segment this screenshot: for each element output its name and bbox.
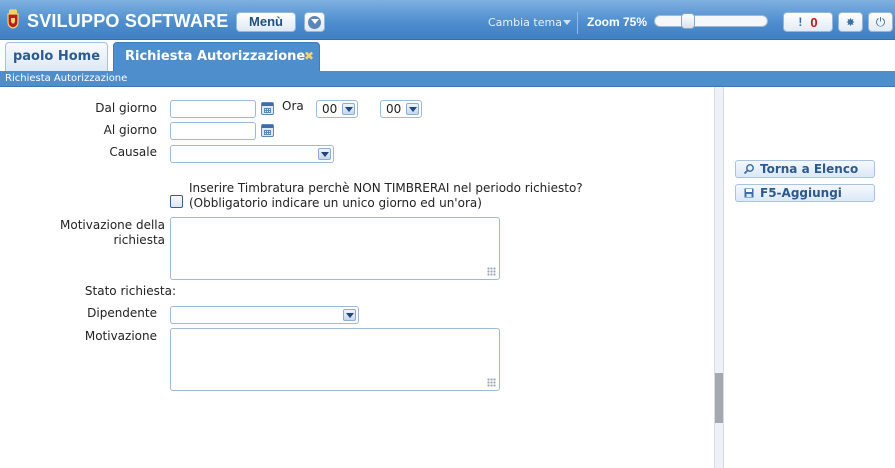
gear-icon: ✸ — [845, 15, 856, 29]
add-label: F5-Aggiungi — [760, 186, 842, 200]
timbratura-question: Inserire Timbratura perchè NON TIMBRERAI… — [189, 181, 583, 195]
scrollbar-thumb[interactable] — [715, 373, 723, 423]
chevron-down-icon — [342, 103, 355, 115]
al-giorno-input[interactable] — [170, 122, 256, 140]
chevron-down-icon — [343, 309, 356, 321]
header-divider — [577, 12, 578, 34]
crest-logo-icon — [7, 9, 19, 29]
alert-icon: ! — [798, 15, 803, 29]
minute-value: 00 — [386, 102, 402, 116]
dal-giorno-label: Dal giorno — [95, 101, 157, 115]
add-button[interactable]: F5-Aggiungi — [735, 184, 875, 202]
logout-button[interactable]: ⏻ — [868, 12, 893, 32]
notifications-button[interactable]: ! 0 — [783, 12, 833, 32]
back-to-list-button[interactable]: Torna a Elenco — [735, 160, 875, 178]
settings-button[interactable]: ✸ — [838, 12, 863, 32]
chevron-down-icon — [308, 15, 321, 29]
save-icon — [743, 187, 755, 199]
theme-switcher[interactable]: Cambia tema — [488, 16, 562, 29]
motivazione-richiesta-textarea[interactable] — [170, 217, 500, 280]
timbratura-checkbox[interactable] — [170, 195, 183, 208]
hour-select[interactable]: 00 — [316, 100, 358, 118]
zoom-slider[interactable] — [654, 13, 768, 29]
tab-label: Richiesta Autorizzazione — [125, 49, 306, 64]
calendar-icon[interactable] — [261, 124, 274, 137]
menu-button[interactable]: Menù — [236, 12, 296, 32]
chevron-down-icon — [318, 148, 331, 160]
app-brand-title: SVILUPPO SOFTWARE — [27, 11, 229, 31]
causale-select[interactable] — [170, 145, 334, 163]
dal-giorno-input[interactable] — [170, 100, 256, 118]
resize-grip-icon[interactable] — [487, 378, 496, 387]
timbratura-note: (Obbligatorio indicare un unico giorno e… — [189, 196, 482, 210]
causale-label: Causale — [109, 145, 157, 159]
al-giorno-label: Al giorno — [103, 123, 157, 137]
hour-value: 00 — [322, 102, 338, 116]
motivazione-richiesta-label: Motivazione della richiesta — [60, 218, 165, 247]
chevron-down-icon — [406, 103, 419, 115]
stato-richiesta-label: Stato richiesta: — [84, 284, 176, 298]
dipendente-label: Dipendente — [87, 306, 157, 320]
breadcrumb: Richiesta Autorizzazione — [0, 71, 895, 87]
zoom-label: Zoom 75% — [587, 15, 648, 29]
app-header: SVILUPPO SOFTWARE Menù Cambia tema Zoom … — [0, 0, 895, 40]
minute-select[interactable]: 00 — [380, 100, 422, 118]
zoom-slider-thumb[interactable] — [681, 13, 695, 29]
menu-dropdown-button[interactable] — [304, 12, 325, 32]
tab-richiesta-autorizzazione[interactable]: Richiesta Autorizzazione ✖ — [113, 42, 320, 71]
resize-grip-icon[interactable] — [487, 267, 496, 276]
motivazione-label: Motivazione — [84, 329, 157, 343]
calendar-icon[interactable] — [261, 102, 274, 115]
theme-dropdown-arrow-icon[interactable] — [563, 20, 571, 25]
power-icon: ⏻ — [875, 14, 886, 29]
search-icon — [743, 163, 755, 175]
ora-label: Ora — [282, 99, 304, 113]
dipendente-select[interactable] — [170, 306, 359, 324]
notification-count: 0 — [810, 14, 818, 30]
tab-home[interactable]: paolo Home — [5, 42, 108, 71]
actions-panel — [723, 87, 895, 468]
motivazione-textarea[interactable] — [170, 328, 500, 391]
close-tab-icon[interactable]: ✖ — [304, 43, 314, 70]
back-to-list-label: Torna a Elenco — [760, 162, 859, 176]
